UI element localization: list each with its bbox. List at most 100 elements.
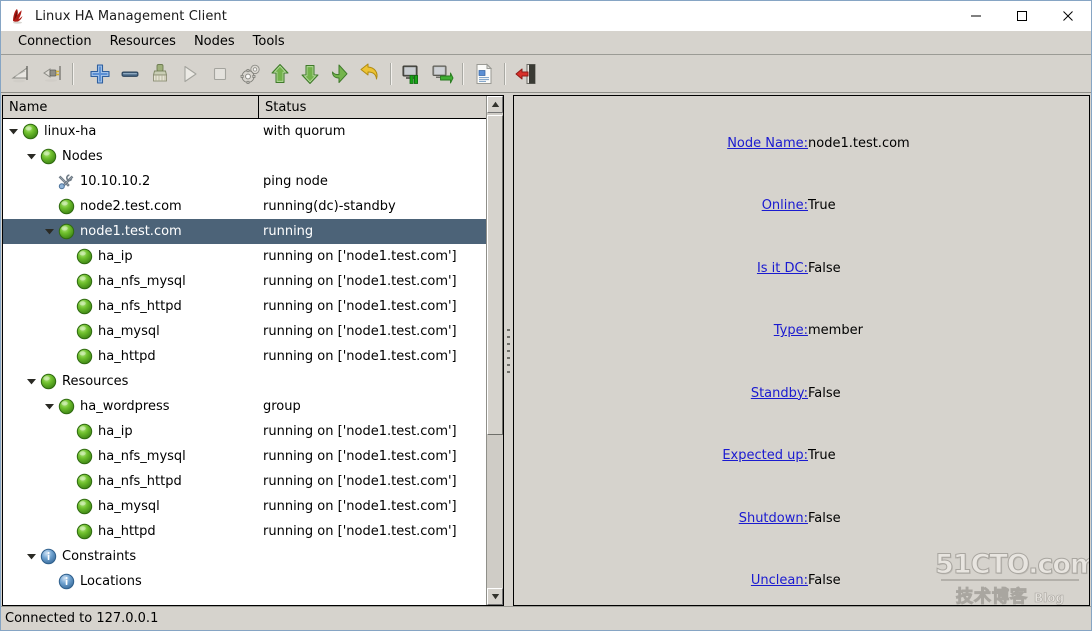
tree-row[interactable]: ha_httpd running on ['node1.test.com'] (3, 519, 486, 544)
tree-node-label: ha_httpd (98, 349, 156, 364)
scroll-down-button[interactable] (487, 588, 503, 605)
chevron-down-icon[interactable] (23, 149, 39, 165)
move-up-arrow-icon[interactable] (265, 59, 295, 89)
green-ball-icon (75, 323, 93, 341)
tree-vertical-scrollbar[interactable] (486, 96, 503, 605)
document-icon[interactable] (469, 59, 499, 89)
tree-node-label: ha_httpd (98, 524, 156, 539)
move-down-arrow-icon[interactable] (295, 59, 325, 89)
cleanup-brush-icon[interactable] (145, 59, 175, 89)
tree-row[interactable]: ha_nfs_httpd running on ['node1.test.com'… (3, 469, 486, 494)
scroll-up-button[interactable] (487, 96, 503, 113)
tree-row[interactable]: ha_wordpress group (3, 394, 486, 419)
menu-tools[interactable]: Tools (244, 32, 294, 53)
tree-row[interactable]: ha_nfs_mysql running on ['node1.test.com'… (3, 444, 486, 469)
tree-row[interactable]: Nodes (3, 144, 486, 169)
standby-node-icon[interactable] (397, 59, 427, 89)
detail-label-link[interactable]: Online: (762, 198, 808, 213)
window-controls (953, 1, 1091, 31)
minimize-button[interactable] (953, 1, 999, 31)
tree-row-name-cell: ha_nfs_httpd (3, 298, 259, 316)
tree-row[interactable]: ha_nfs_httpd running on ['node1.test.com'… (3, 294, 486, 319)
tree-row[interactable]: Locations (3, 569, 486, 594)
toolbar-separator (504, 62, 506, 85)
scrollbar-track[interactable] (487, 113, 503, 588)
tree-no-twisty (59, 474, 75, 490)
tree-no-twisty (41, 574, 57, 590)
activate-node-icon[interactable] (427, 59, 457, 89)
tree-row[interactable]: node1.test.com running (3, 219, 486, 244)
tree-row[interactable]: linux-ha with quorum (3, 119, 486, 144)
tree-row[interactable]: 10.10.10.2 ping node (3, 169, 486, 194)
connect-icon[interactable] (7, 59, 37, 89)
menu-resources[interactable]: Resources (101, 32, 185, 53)
detail-label-link[interactable]: Shutdown: (739, 511, 808, 526)
tree-row[interactable]: ha_mysql running on ['node1.test.com'] (3, 319, 486, 344)
detail-value-cell: node1.test.com (808, 135, 910, 151)
menu-nodes[interactable]: Nodes (185, 32, 244, 53)
status-bar: Connected to 127.0.0.1 (1, 606, 1091, 630)
exit-door-icon[interactable] (511, 59, 541, 89)
column-header-status[interactable]: Status (259, 96, 486, 118)
scrollbar-thumb[interactable] (487, 115, 503, 435)
tree-node-label: ha_mysql (98, 324, 160, 339)
tree-node-label: Nodes (62, 149, 103, 164)
tree-row[interactable]: ha_httpd running on ['node1.test.com'] (3, 344, 486, 369)
green-ball-icon (75, 448, 93, 466)
application-window: Linux HA Management Client Connection Re… (0, 0, 1092, 631)
detail-label-link[interactable]: Node Name: (727, 136, 808, 151)
status-text: Connected to 127.0.0.1 (5, 611, 159, 626)
start-play-icon[interactable] (175, 59, 205, 89)
detail-label-cell: Type: (514, 300, 808, 363)
detail-label-cell: Unclean: (514, 550, 808, 606)
menu-bar: Connection Resources Nodes Tools (1, 31, 1091, 55)
toolbar-separator (462, 62, 464, 85)
tools-icon (57, 173, 75, 191)
detail-label-link[interactable]: Type: (774, 323, 808, 338)
tree-header: Name Status (3, 96, 486, 119)
green-ball-icon (21, 123, 39, 141)
tree-row[interactable]: ha_ip running on ['node1.test.com'] (3, 244, 486, 269)
settings-gears-icon[interactable] (235, 59, 265, 89)
tree-row-name-cell: ha_nfs_httpd (3, 473, 259, 491)
close-button[interactable] (1045, 1, 1091, 31)
tree-row[interactable]: Constraints (3, 544, 486, 569)
chevron-down-icon[interactable] (41, 399, 57, 415)
detail-label-link[interactable]: Standby: (751, 386, 808, 401)
tree-row[interactable]: ha_nfs_mysql running on ['node1.test.com'… (3, 269, 486, 294)
tree-node-label: Locations (80, 574, 142, 589)
stop-square-icon[interactable] (205, 59, 235, 89)
green-ball-icon (75, 348, 93, 366)
maximize-button[interactable] (999, 1, 1045, 31)
detail-label-link[interactable]: Expected up: (722, 448, 808, 463)
detail-label-link[interactable]: Unclean: (751, 573, 808, 588)
menu-connection[interactable]: Connection (9, 32, 101, 53)
detail-value-cell: False (808, 260, 841, 276)
disconnect-plug-icon[interactable] (37, 59, 67, 89)
migrate-arrow-icon[interactable] (325, 59, 355, 89)
chevron-down-icon[interactable] (23, 549, 39, 565)
chevron-down-icon[interactable] (23, 374, 39, 390)
pane-splitter[interactable] (504, 95, 513, 606)
tree-node-label: node1.test.com (80, 224, 182, 239)
tree-wrap: Name Status linux-ha with quorum Nodes 10.1… (3, 96, 503, 605)
tree-row-status-cell: running on ['node1.test.com'] (263, 449, 457, 464)
chevron-down-icon[interactable] (5, 124, 21, 140)
tree-no-twisty (41, 174, 57, 190)
toolbar-separator (72, 62, 74, 85)
tree-node-label: ha_ip (98, 424, 133, 439)
undo-arrow-icon[interactable] (355, 59, 385, 89)
tree-row[interactable]: Resources (3, 369, 486, 394)
tree-row[interactable]: node2.test.com running(dc)-standby (3, 194, 486, 219)
tree-row[interactable]: ha_mysql running on ['node1.test.com'] (3, 494, 486, 519)
detail-value-cell: False (808, 385, 841, 401)
chevron-down-icon[interactable] (41, 224, 57, 240)
add-plus-icon[interactable] (85, 59, 115, 89)
tree-row-name-cell: ha_httpd (3, 523, 259, 541)
detail-label-link[interactable]: Is it DC: (757, 261, 808, 276)
tree-row[interactable]: ha_ip running on ['node1.test.com'] (3, 419, 486, 444)
remove-minus-icon[interactable] (115, 59, 145, 89)
tree-node-label: node2.test.com (80, 199, 182, 214)
column-header-name[interactable]: Name (3, 96, 259, 118)
node-details-table: Node Name: node1.test.com Online: True Is it… (514, 112, 1089, 606)
